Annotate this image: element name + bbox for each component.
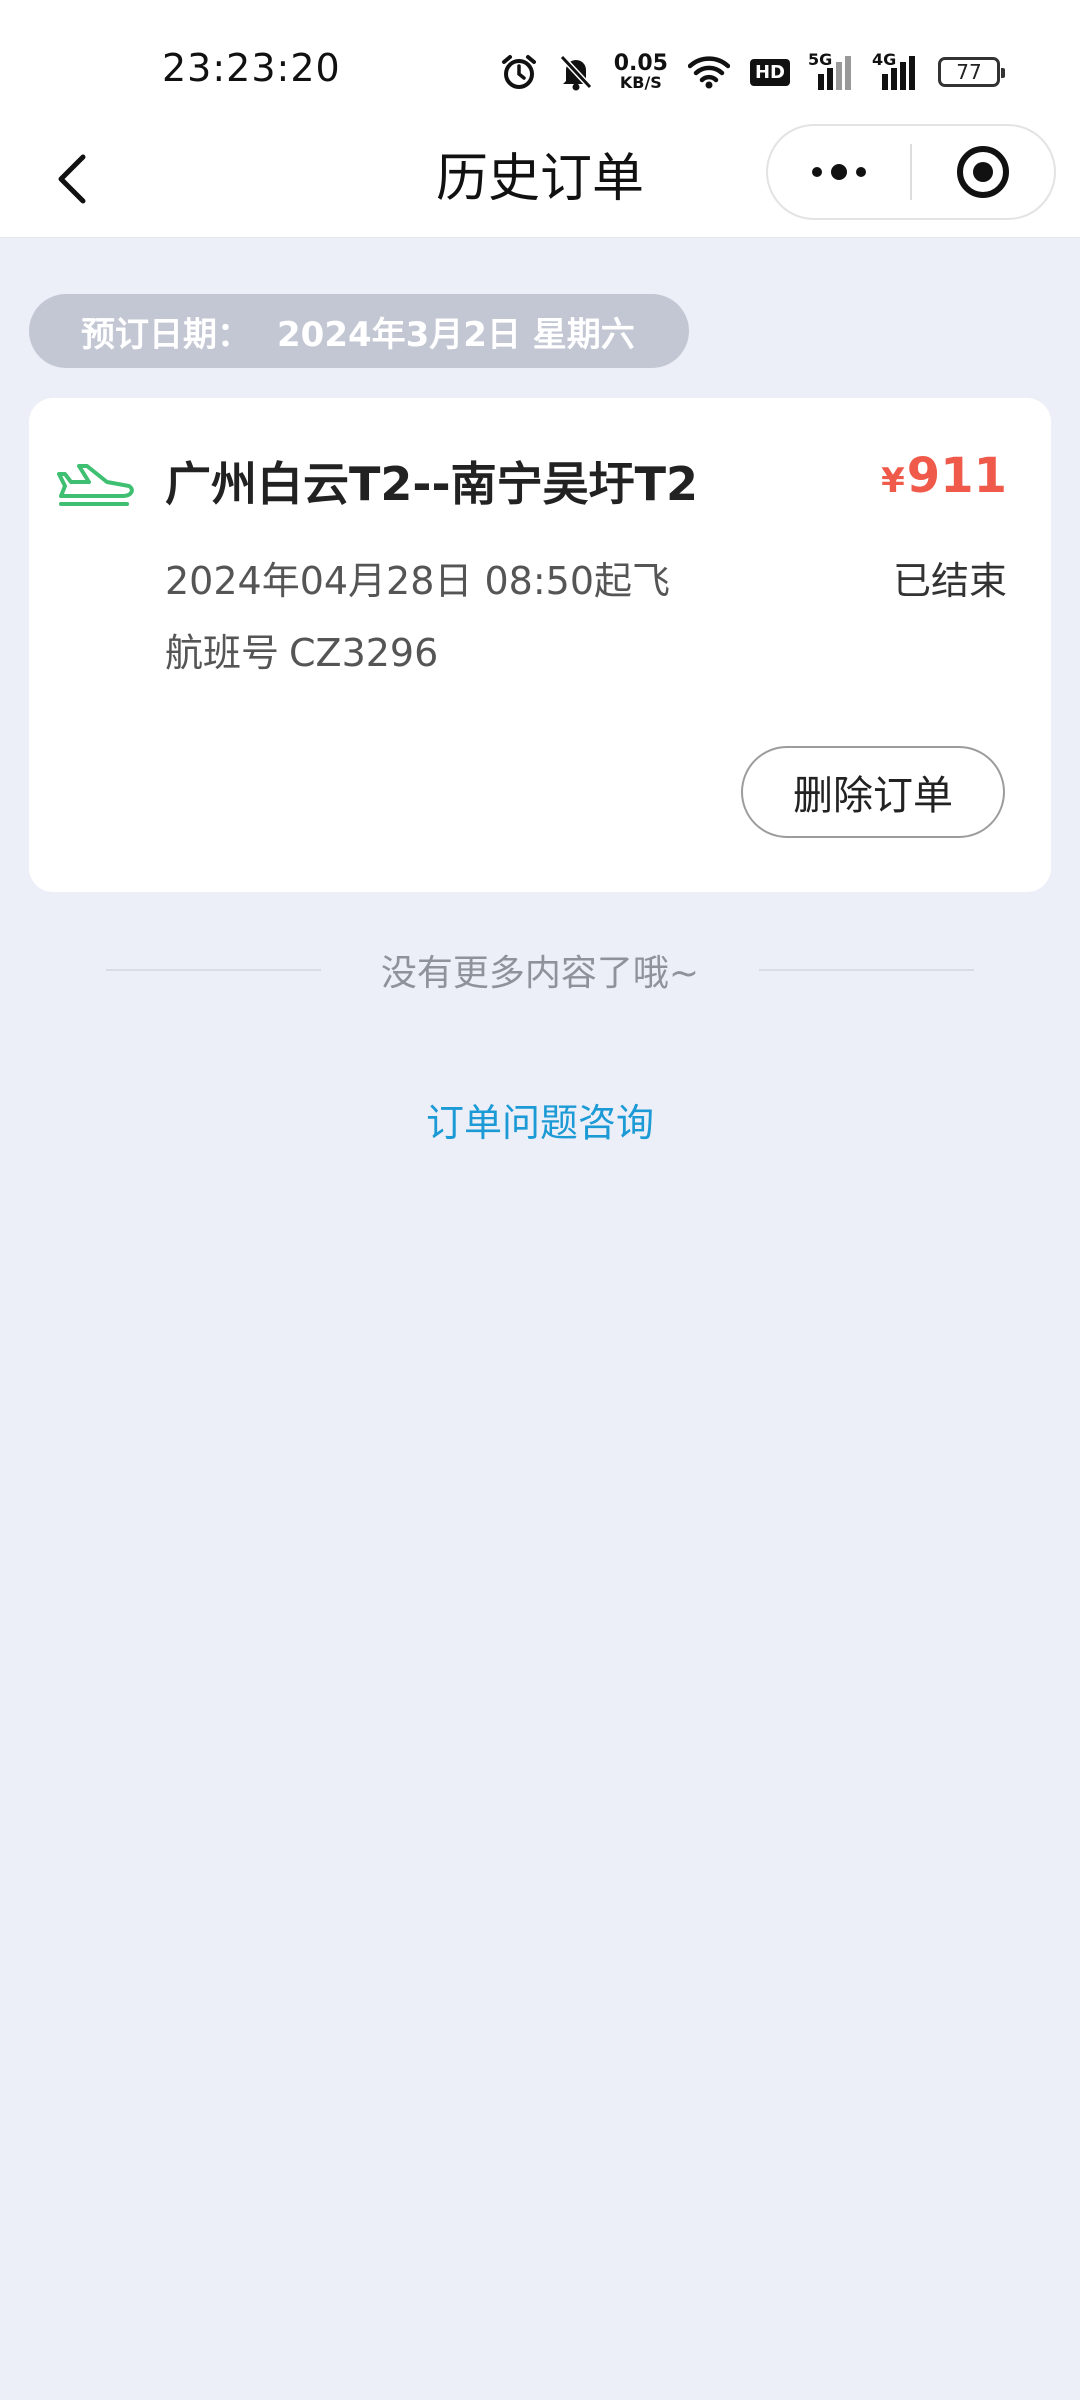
status-time: 23:23:20: [162, 46, 341, 90]
status-bar: 23:23:20 0.05 KB/S HD 5G 4G 77: [0, 0, 1080, 120]
wifi-icon: [687, 55, 730, 89]
divider-line-left: [106, 969, 321, 971]
divider-line-right: [759, 969, 975, 971]
price-value: 911: [906, 448, 1007, 504]
alarm-icon: [500, 53, 538, 91]
order-consult-link[interactable]: 订单问题咨询: [0, 1092, 1080, 1147]
flight-number-value: CZ3296: [289, 631, 439, 675]
more-dots-icon: [812, 164, 866, 180]
net-speed-value: 0.05: [613, 51, 668, 76]
net-speed: 0.05 KB/S: [614, 53, 668, 91]
flight-route: 广州白云T2--南宁吴圩T2: [165, 457, 698, 511]
order-price: ¥911: [881, 448, 1007, 504]
booking-date-value: 2024年3月2日 星期六: [277, 314, 635, 355]
no-more-divider: 没有更多内容了哦~: [106, 940, 975, 1000]
order-status: 已结束: [892, 559, 1007, 603]
target-circle-icon: [956, 146, 1009, 198]
signal-5g-icon: 5G: [808, 50, 854, 90]
flight-number-label: 航班号: [165, 631, 280, 675]
order-card[interactable]: 广州白云T2--南宁吴圩T2 ¥911 2024年04月28日 08:50起飞 …: [29, 398, 1051, 892]
signal-4g-icon: 4G: [872, 50, 918, 90]
status-icons: 0.05 KB/S HD 5G 4G 77: [500, 50, 1005, 94]
mini-program-capsule: [766, 124, 1056, 220]
battery-icon: 77: [938, 57, 1005, 87]
signal-4g-label: 4G: [872, 50, 897, 69]
booking-date-label: 预订日期：: [81, 314, 251, 355]
close-mini-program-button[interactable]: [912, 126, 1054, 218]
no-more-text: 没有更多内容了哦~: [380, 953, 700, 994]
delete-order-button[interactable]: 删除订单: [741, 746, 1005, 838]
signal-5g-label: 5G: [808, 50, 833, 69]
booking-date-pill: 预订日期： 2024年3月2日 星期六: [29, 294, 689, 368]
more-button[interactable]: [768, 126, 910, 218]
nav-bar: 历史订单: [0, 120, 1080, 238]
flight-number: 航班号 CZ3296: [165, 622, 438, 677]
price-currency: ¥: [881, 461, 905, 501]
mute-bell-icon: [558, 53, 594, 91]
net-speed-unit: KB/S: [619, 73, 662, 92]
plane-icon: [57, 464, 134, 506]
departure-time: 2024年04月28日 08:50起飞: [165, 559, 671, 603]
hd-icon: HD: [749, 58, 790, 86]
